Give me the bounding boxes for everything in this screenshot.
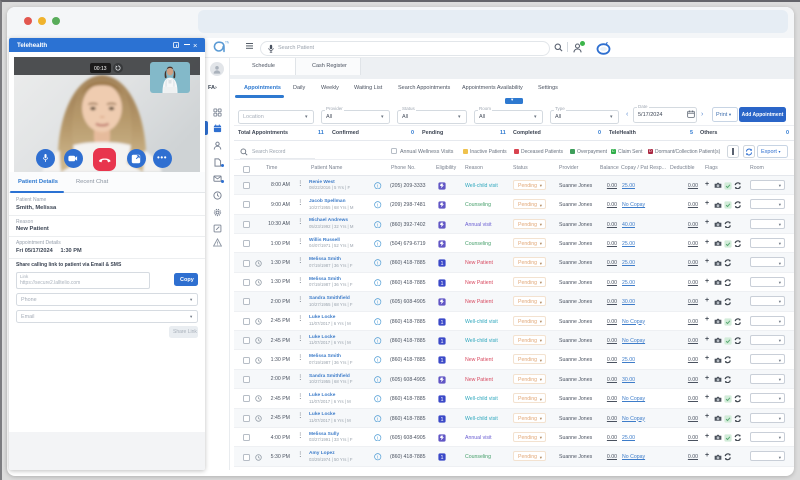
- svg-text:TM: TM: [225, 41, 229, 45]
- svg-text:1: 1: [440, 281, 443, 287]
- svg-text:1: 1: [440, 339, 443, 345]
- svg-text:1: 1: [440, 455, 443, 461]
- svg-text:1: 1: [440, 358, 443, 364]
- svg-text:1: 1: [440, 261, 443, 267]
- svg-text:1: 1: [440, 397, 443, 403]
- svg-text:1: 1: [440, 417, 443, 423]
- svg-text:1: 1: [440, 320, 443, 326]
